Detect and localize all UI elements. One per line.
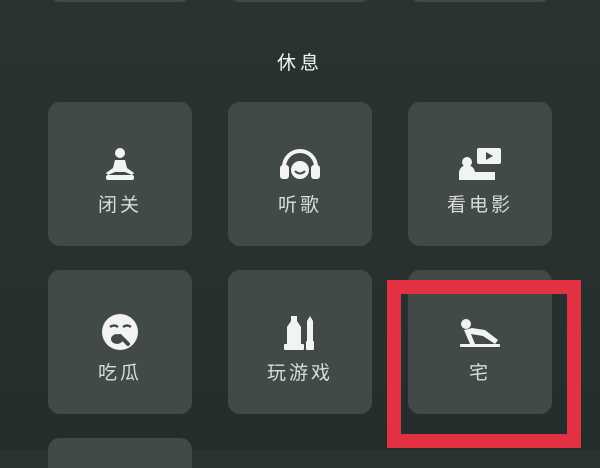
tile-label: 听歌 — [277, 194, 322, 216]
lounging-person-icon — [408, 312, 552, 352]
headphones-icon — [228, 144, 372, 184]
eating-melon-face-icon — [48, 312, 192, 352]
section-title: 休息 — [276, 52, 323, 74]
tile-watch-movie[interactable]: 看电影 — [408, 102, 552, 246]
partial-tile-top-right[interactable] — [408, 0, 552, 2]
tile-label: 闭关 — [97, 194, 142, 216]
tile-label: 玩游戏 — [266, 362, 333, 384]
tile-label: 吃瓜 — [97, 362, 142, 384]
tile-label: 看电影 — [446, 194, 513, 216]
tile-label: 宅 — [468, 362, 491, 384]
partial-tile-top-left[interactable] — [48, 0, 192, 2]
meditation-icon — [48, 144, 192, 184]
partial-tile-bottom-left[interactable] — [48, 438, 192, 468]
game-pieces-icon — [228, 312, 372, 352]
tile-stay-home[interactable]: 宅 — [408, 270, 552, 414]
movie-watching-icon — [408, 144, 552, 184]
tile-seclusion[interactable]: 闭关 — [48, 102, 192, 246]
tile-play-games[interactable]: 玩游戏 — [228, 270, 372, 414]
tile-eat-melon[interactable]: 吃瓜 — [48, 270, 192, 414]
partial-tile-top-center[interactable] — [228, 0, 372, 2]
tile-listen-music[interactable]: 听歌 — [228, 102, 372, 246]
